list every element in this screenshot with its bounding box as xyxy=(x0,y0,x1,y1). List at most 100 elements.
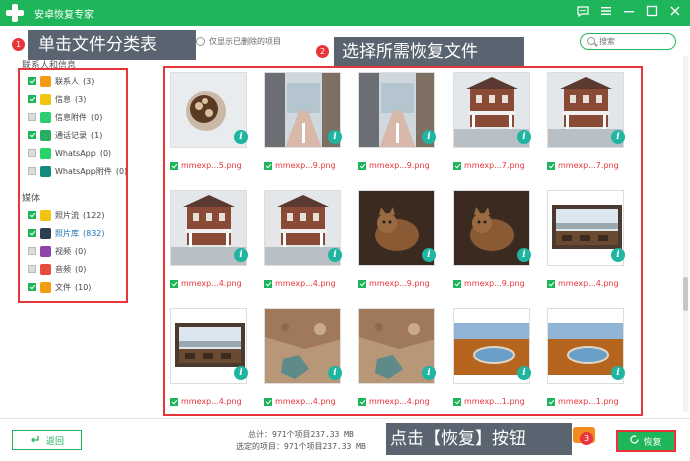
file-name-row: mmexp...9.png xyxy=(264,161,336,170)
file-tile[interactable]: i mmexp...1.png xyxy=(541,302,625,406)
search-box[interactable] xyxy=(580,33,676,50)
file-grid: i mmexp...5.png i mmexp...9.png i mmexp...9.p… xyxy=(164,66,644,416)
file-name-row: mmexp...4.png xyxy=(547,279,619,288)
close-icon[interactable] xyxy=(668,4,682,20)
file-name: mmexp...4.png xyxy=(275,397,336,406)
total-stat: 总计：971个项目237.33 MB xyxy=(248,430,354,439)
file-name: mmexp...7.png xyxy=(464,161,525,170)
file-checkbox[interactable] xyxy=(547,397,555,406)
file-name-row: mmexp...7.png xyxy=(547,161,619,170)
info-icon[interactable]: i xyxy=(517,248,531,262)
info-icon[interactable]: i xyxy=(422,248,436,262)
file-name: mmexp...1.png xyxy=(558,397,619,406)
file-tile[interactable]: i mmexp...4.png xyxy=(164,302,248,406)
file-tile[interactable]: i mmexp...4.png xyxy=(352,302,436,406)
info-icon[interactable]: i xyxy=(611,366,625,380)
step3-badge: 3 xyxy=(580,432,593,445)
file-checkbox[interactable] xyxy=(358,279,366,288)
file-name-row: mmexp...7.png xyxy=(453,161,525,170)
recover-button[interactable]: 恢复 xyxy=(616,430,676,452)
show-deleted-toggle[interactable]: 仅显示已删除的项目 xyxy=(196,36,281,47)
file-name-row: mmexp...4.png xyxy=(264,279,336,288)
file-name: mmexp...4.png xyxy=(181,397,242,406)
step2-badge: 2 xyxy=(316,45,329,58)
maximize-icon[interactable] xyxy=(645,4,659,20)
file-name: mmexp...5.png xyxy=(181,161,242,170)
file-name-row: mmexp...4.png xyxy=(264,397,336,406)
file-tile[interactable]: i mmexp...9.png xyxy=(352,184,436,288)
info-icon[interactable]: i xyxy=(234,248,248,262)
info-icon[interactable]: i xyxy=(328,248,342,262)
file-checkbox[interactable] xyxy=(358,397,366,406)
file-name-row: mmexp...4.png xyxy=(358,397,430,406)
info-icon[interactable]: i xyxy=(422,130,436,144)
step1-highlight-box xyxy=(18,68,128,303)
title-bar: 安卓恢复专家 xyxy=(0,0,690,26)
info-icon[interactable]: i xyxy=(328,366,342,380)
file-tile[interactable]: i mmexp...7.png xyxy=(447,66,531,170)
feedback-icon[interactable] xyxy=(576,4,590,20)
file-tile[interactable]: i mmexp...4.png xyxy=(258,302,342,406)
file-name: mmexp...9.png xyxy=(464,279,525,288)
file-tile[interactable]: i mmexp...9.png xyxy=(447,184,531,288)
file-checkbox[interactable] xyxy=(453,279,461,288)
file-tile[interactable]: i mmexp...4.png xyxy=(541,184,625,288)
info-icon[interactable]: i xyxy=(234,366,248,380)
step1-badge: 1 xyxy=(12,38,25,51)
file-checkbox[interactable] xyxy=(547,161,555,170)
file-name-row: mmexp...9.png xyxy=(453,279,525,288)
file-tile[interactable]: i mmexp...4.png xyxy=(258,184,342,288)
info-icon[interactable]: i xyxy=(611,130,625,144)
scrollbar-thumb[interactable] xyxy=(683,277,688,311)
file-checkbox[interactable] xyxy=(264,279,272,288)
back-button[interactable]: 返回 xyxy=(12,430,82,450)
file-checkbox[interactable] xyxy=(170,161,178,170)
recover-label: 恢复 xyxy=(643,437,662,448)
step1-callout: 单击文件分类表 xyxy=(28,30,196,60)
minimize-icon[interactable] xyxy=(622,4,636,20)
file-name-row: mmexp...5.png xyxy=(170,161,242,170)
info-icon[interactable]: i xyxy=(328,130,342,144)
file-name: mmexp...9.png xyxy=(369,161,430,170)
info-icon[interactable]: i xyxy=(517,130,531,144)
file-checkbox[interactable] xyxy=(453,397,461,406)
file-name: mmexp...4.png xyxy=(275,279,336,288)
toggle-circle-icon xyxy=(196,37,205,46)
file-checkbox[interactable] xyxy=(264,397,272,406)
file-checkbox[interactable] xyxy=(264,161,272,170)
file-checkbox[interactable] xyxy=(358,161,366,170)
file-name-row: mmexp...9.png xyxy=(358,161,430,170)
file-tile[interactable]: i mmexp...1.png xyxy=(447,302,531,406)
file-checkbox[interactable] xyxy=(170,397,178,406)
file-name: mmexp...9.png xyxy=(275,161,336,170)
search-input[interactable] xyxy=(599,36,671,47)
file-name: mmexp...4.png xyxy=(558,279,619,288)
info-icon[interactable]: i xyxy=(422,366,436,380)
selected-stat: 选定的项目：971个项目237.33 MB xyxy=(236,442,366,451)
file-tile[interactable]: i mmexp...5.png xyxy=(164,66,248,170)
file-tile[interactable]: i mmexp...4.png xyxy=(164,184,248,288)
file-checkbox[interactable] xyxy=(453,161,461,170)
file-checkbox[interactable] xyxy=(547,279,555,288)
file-name-row: mmexp...4.png xyxy=(170,397,242,406)
file-tile[interactable]: i mmexp...9.png xyxy=(352,66,436,170)
menu-icon[interactable] xyxy=(599,4,613,20)
file-name-row: mmexp...1.png xyxy=(453,397,525,406)
info-icon[interactable]: i xyxy=(517,366,531,380)
file-checkbox[interactable] xyxy=(170,279,178,288)
info-icon[interactable]: i xyxy=(234,130,248,144)
file-tile[interactable]: i mmexp...7.png xyxy=(541,66,625,170)
info-icon[interactable]: i xyxy=(611,248,625,262)
back-arrow-icon xyxy=(30,434,40,447)
step3-callout: 点击【恢复】按钮 xyxy=(386,423,572,455)
file-name: mmexp...4.png xyxy=(369,397,430,406)
scrollbar-track[interactable] xyxy=(683,56,688,412)
file-tile[interactable]: i mmexp...9.png xyxy=(258,66,342,170)
app-logo-icon xyxy=(4,3,26,23)
file-name: mmexp...7.png xyxy=(558,161,619,170)
file-name-row: mmexp...1.png xyxy=(547,397,619,406)
show-deleted-label: 仅显示已删除的项目 xyxy=(209,37,281,46)
file-name: mmexp...9.png xyxy=(369,279,430,288)
file-name: mmexp...4.png xyxy=(181,279,242,288)
search-icon xyxy=(587,37,595,45)
